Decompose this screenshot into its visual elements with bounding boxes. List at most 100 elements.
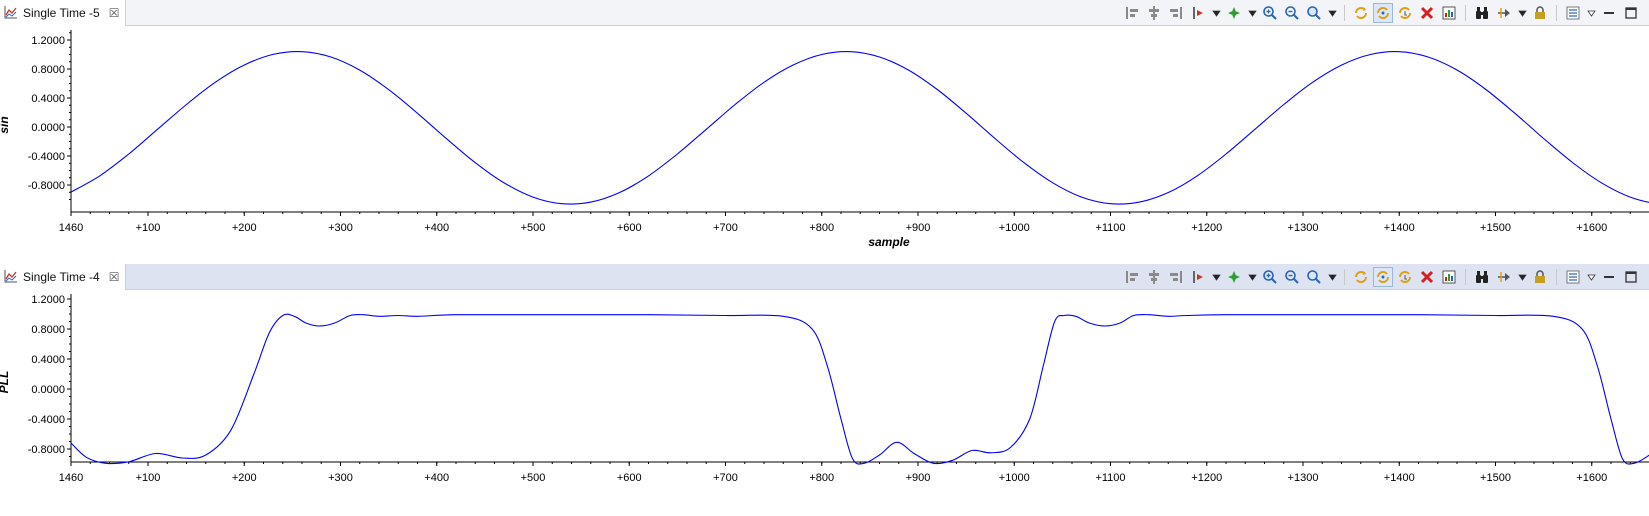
auto-refresh-icon[interactable] bbox=[1395, 267, 1415, 287]
binoculars-icon[interactable] bbox=[1472, 3, 1492, 23]
close-icon[interactable]: ☒ bbox=[109, 6, 120, 20]
y-axis-label: PLL bbox=[0, 371, 11, 394]
pin-icon[interactable] bbox=[1494, 267, 1514, 287]
continuous-refresh-icon[interactable] bbox=[1373, 267, 1393, 287]
close-icon[interactable]: ☒ bbox=[109, 270, 120, 284]
toolbar-separator bbox=[1556, 269, 1557, 285]
x-tick-label: +1200 bbox=[1191, 222, 1222, 234]
y-tick-label: -0.4000 bbox=[28, 414, 65, 426]
zoom-region-icon[interactable] bbox=[1304, 3, 1324, 23]
view-single-time-5: Single Time -5 ☒ 1.2000 0.8000 0.4000 0.000… bbox=[0, 0, 1649, 264]
x-tick-label: +1600 bbox=[1576, 472, 1607, 484]
x-tick-label: +600 bbox=[617, 472, 642, 484]
minimize-icon[interactable] bbox=[1599, 267, 1619, 287]
align-center-icon[interactable] bbox=[1144, 3, 1164, 23]
dropdown-arrow-icon[interactable] bbox=[1246, 267, 1258, 287]
tab-single-time-4[interactable]: Single Time -4 ☒ bbox=[0, 264, 127, 290]
dropdown-arrow-icon[interactable] bbox=[1516, 3, 1528, 23]
dropdown-arrow-icon[interactable] bbox=[1246, 3, 1258, 23]
x-tick-label: +1300 bbox=[1288, 472, 1319, 484]
dropdown-arrow-icon[interactable] bbox=[1210, 3, 1222, 23]
x-tick-label: +400 bbox=[424, 472, 449, 484]
x-tick-label: +1500 bbox=[1480, 222, 1511, 234]
x-tick-label: +1000 bbox=[999, 222, 1030, 234]
properties-icon[interactable] bbox=[1563, 3, 1583, 23]
toolbar-separator bbox=[1556, 5, 1557, 21]
tab-bar: Single Time -5 ☒ bbox=[0, 0, 1649, 26]
graph-icon bbox=[4, 269, 18, 286]
x-tick-label: +900 bbox=[906, 222, 931, 234]
x-tick-label: +200 bbox=[232, 222, 257, 234]
maximize-icon[interactable] bbox=[1621, 267, 1641, 287]
y-tick-label: 0.4000 bbox=[31, 93, 65, 105]
align-right-icon[interactable] bbox=[1166, 267, 1186, 287]
tab-title: Single Time -4 bbox=[23, 270, 100, 284]
align-left-icon[interactable] bbox=[1122, 3, 1142, 23]
export-icon[interactable] bbox=[1439, 3, 1459, 23]
dropdown-arrow-icon[interactable] bbox=[1210, 267, 1222, 287]
x-tick-label: +700 bbox=[713, 222, 738, 234]
add-measurement-icon[interactable] bbox=[1224, 3, 1244, 23]
series-line-0 bbox=[70, 51, 1649, 205]
zoom-out-icon[interactable] bbox=[1282, 3, 1302, 23]
properties-icon[interactable] bbox=[1563, 267, 1583, 287]
x-axis-label: sample bbox=[868, 235, 910, 249]
view-single-time-4: Single Time -4 ☒ 1.2000 0.8000 0.4000 0.000… bbox=[0, 264, 1649, 516]
minimize-icon[interactable] bbox=[1599, 3, 1619, 23]
y-tick-label: -0.8000 bbox=[28, 180, 65, 192]
tab-single-time-5[interactable]: Single Time -5 ☒ bbox=[0, 0, 127, 26]
align-center-icon[interactable] bbox=[1144, 267, 1164, 287]
zoom-region-icon[interactable] bbox=[1304, 267, 1324, 287]
add-measurement-icon[interactable] bbox=[1224, 267, 1244, 287]
maximize-icon[interactable] bbox=[1621, 3, 1641, 23]
chart-pll[interactable]: 1.2000 0.8000 0.4000 0.0000 -0.4000 -0.8000 14… bbox=[0, 290, 1649, 516]
auto-refresh-icon[interactable] bbox=[1395, 3, 1415, 23]
zoom-out-icon[interactable] bbox=[1282, 267, 1302, 287]
align-left-icon[interactable] bbox=[1122, 267, 1142, 287]
toolbar-separator bbox=[1344, 5, 1345, 21]
view-menu-icon[interactable] bbox=[1585, 267, 1597, 287]
x-tick-label: +300 bbox=[328, 222, 353, 234]
y-tick-label: 1.2000 bbox=[31, 294, 65, 306]
y-tick-label: 0.8000 bbox=[31, 324, 65, 336]
zoom-in-icon[interactable] bbox=[1260, 3, 1280, 23]
trace-cursor-icon[interactable] bbox=[1188, 267, 1208, 287]
remove-icon[interactable] bbox=[1417, 3, 1437, 23]
y-tick-label: 0.0000 bbox=[31, 384, 65, 396]
x-tick-label: +100 bbox=[136, 472, 161, 484]
zoom-in-icon[interactable] bbox=[1260, 267, 1280, 287]
refresh-icon[interactable] bbox=[1351, 267, 1371, 287]
x-tick-label: +300 bbox=[328, 472, 353, 484]
y-axis-label: sin bbox=[0, 116, 11, 133]
x-tick-label: +900 bbox=[906, 472, 931, 484]
y-tick-label: 0.0000 bbox=[31, 122, 65, 134]
continuous-refresh-icon[interactable] bbox=[1373, 3, 1393, 23]
dropdown-arrow-icon[interactable] bbox=[1326, 3, 1338, 23]
y-tick-label: 0.4000 bbox=[31, 354, 65, 366]
chart-sin[interactable]: 1.2000 0.8000 0.4000 0.0000 -0.4000 -0.8000 14… bbox=[0, 26, 1649, 264]
view-menu-icon[interactable] bbox=[1585, 3, 1597, 23]
x-tick-label: +1000 bbox=[999, 472, 1030, 484]
toolbar-separator bbox=[1465, 269, 1466, 285]
x-tick-label: +100 bbox=[136, 222, 161, 234]
x-tick-label: +1400 bbox=[1384, 222, 1415, 234]
y-tick-label: 1.2000 bbox=[31, 35, 65, 47]
dropdown-arrow-icon[interactable] bbox=[1326, 267, 1338, 287]
align-right-icon[interactable] bbox=[1166, 3, 1186, 23]
export-icon[interactable] bbox=[1439, 267, 1459, 287]
lock-icon[interactable] bbox=[1530, 267, 1550, 287]
x-tick-label: +500 bbox=[521, 472, 546, 484]
x-tick-label: 1460 bbox=[59, 222, 83, 234]
x-tick-label: +200 bbox=[232, 472, 257, 484]
x-tick-label: +400 bbox=[424, 222, 449, 234]
toolbar-separator bbox=[1465, 5, 1466, 21]
binoculars-icon[interactable] bbox=[1472, 267, 1492, 287]
lock-icon[interactable] bbox=[1530, 3, 1550, 23]
refresh-icon[interactable] bbox=[1351, 3, 1371, 23]
x-tick-label: +500 bbox=[521, 222, 546, 234]
dropdown-arrow-icon[interactable] bbox=[1516, 267, 1528, 287]
x-tick-label: +1100 bbox=[1095, 472, 1125, 484]
pin-icon[interactable] bbox=[1494, 3, 1514, 23]
trace-cursor-icon[interactable] bbox=[1188, 3, 1208, 23]
remove-icon[interactable] bbox=[1417, 267, 1437, 287]
